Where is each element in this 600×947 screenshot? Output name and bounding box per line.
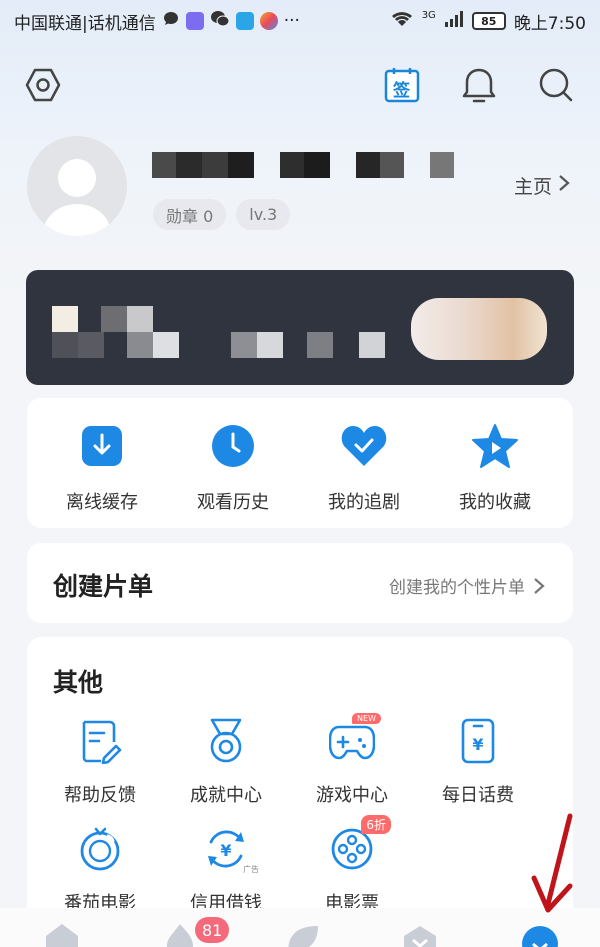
create-playlist-link[interactable]: 创建我的个性片单 [389,573,545,598]
game-center-button[interactable]: NEW 游戏中心 [289,713,415,807]
chevron-right-icon [534,577,545,594]
quick-actions-card: 离线缓存 观看历史 我的追剧 我的收藏 [27,398,573,528]
discount-tag: 6折 [361,815,391,834]
notification-count-badge: 81 [195,917,230,943]
create-playlist-card[interactable]: 创建片单 创建我的个性片单 [27,543,573,623]
default-avatar-icon [43,159,111,236]
tool-label: 帮助反馈 [64,785,136,806]
clock-icon [209,422,257,470]
medal-badge[interactable]: 勋章 0 [153,199,227,230]
profile-icon[interactable] [520,922,560,947]
other-section-title: 其他 [53,668,104,697]
tool-label: 游戏中心 [316,785,388,806]
star-icon [471,422,519,470]
fire-icon[interactable] [160,922,200,947]
feedback-icon [75,717,125,765]
phone-yuan-icon: ¥ [453,717,503,765]
medal-icon [201,717,251,765]
daily-phone-credit-button[interactable]: ¥ 每日话费 [415,717,541,807]
tomato-icon [75,825,125,873]
vip-icon[interactable] [400,922,440,947]
settings-icon[interactable] [22,64,64,106]
home-icon[interactable] [42,922,82,947]
quick-action-label: 离线缓存 [66,492,138,513]
achievement-center-button[interactable]: 成就中心 [163,717,289,807]
status-right: 3G 85 晚上7:50 [390,9,586,34]
app-notification-icon [185,12,204,30]
homepage-label: 主页 [513,176,552,198]
quick-action-label: 观看历史 [197,492,269,513]
yuan-loan-icon: ¥ 广告 [201,825,259,874]
ad-tag: 广告 [243,865,259,874]
svg-text:¥: ¥ [472,735,483,754]
tool-label: 每日话费 [442,785,514,806]
my-series-button[interactable]: 我的追剧 [299,422,429,514]
browser-app-icon [259,12,278,30]
tool-label: 成就中心 [190,785,262,806]
offline-cache-button[interactable]: 离线缓存 [37,422,167,514]
my-favorites-button[interactable]: 我的收藏 [430,422,560,514]
username-redacted [152,152,454,180]
film-reel-icon: 6折 [327,815,391,873]
movie-ticket-button[interactable]: 6折 电影票 [289,815,415,915]
playlist-link-label: 创建我的个性片单 [389,578,525,598]
signal-icon [444,10,464,33]
bell-icon[interactable] [458,64,500,106]
quick-action-label: 我的收藏 [459,492,531,513]
chat-bubble-icon [162,10,180,33]
tomato-movie-button[interactable]: 番茄电影 [37,825,163,915]
status-bar: 中国联通|话机通信 ··· 3G 85 晚上7:50 [0,0,600,42]
quick-action-label: 我的追剧 [328,492,400,513]
vip-banner[interactable] [26,270,574,385]
bottom-nav [0,908,600,947]
top-toolbar: 签 [0,60,600,110]
battery-indicator: 85 [471,12,506,30]
gamepad-icon: NEW [327,713,381,765]
checkin-label: 签 [393,81,410,101]
status-left: 中国联通|话机通信 ··· [14,9,300,34]
chevron-right-icon [558,174,570,197]
leaf-icon[interactable] [282,922,322,947]
watch-history-button[interactable]: 观看历史 [168,422,298,514]
svg-text:¥: ¥ [220,841,231,860]
new-tag: NEW [352,713,381,724]
profile-badges: 勋章 0 lv.3 [153,199,291,230]
search-icon[interactable] [535,64,577,106]
shield-app-icon [235,12,254,30]
other-card: 其他 帮助反馈 成就中心 NEW 游戏中心 ¥ 每日话费 番茄电影 ¥ 广告 信… [27,637,573,927]
heart-check-icon [340,422,388,470]
annotation-arrow-icon [531,813,573,913]
carrier-name: 中国联通|话机通信 [14,13,156,34]
level-badge[interactable]: lv.3 [236,199,291,230]
credit-loan-button[interactable]: ¥ 广告 信用借钱 [163,825,289,915]
playlist-title: 创建片单 [53,572,154,601]
clock-time: 晚上7:50 [513,13,586,34]
wifi-icon [390,10,414,33]
checkin-button[interactable]: 签 [381,64,423,106]
homepage-link[interactable]: 主页 [514,172,570,199]
avatar[interactable] [27,136,127,236]
help-feedback-button[interactable]: 帮助反馈 [37,717,163,807]
download-icon [78,422,126,470]
wechat-icon [210,10,230,33]
more-dots-icon: ··· [283,11,300,31]
network-type: 3G [421,9,436,21]
